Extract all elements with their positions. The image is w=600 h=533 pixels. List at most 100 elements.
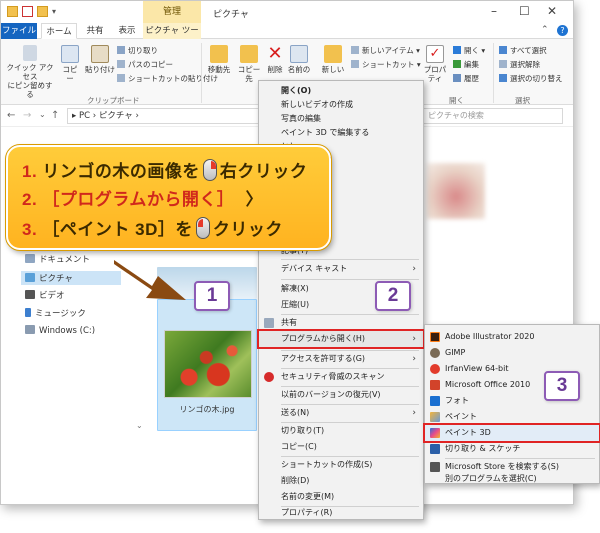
close-button[interactable]: ✕ (547, 4, 557, 18)
nav-item-pictures[interactable]: ピクチャ (21, 271, 121, 285)
submenu-label: Adobe Illustrator 2020 (445, 332, 535, 341)
menu-device-cast[interactable]: デバイス キャスト › (259, 261, 423, 277)
chevron-up-icon[interactable]: ⌃ (541, 25, 549, 35)
maximize-button[interactable]: ☐ (519, 4, 530, 18)
submenu-label: Microsoft Store を検索する(S) (445, 462, 559, 471)
paste-shortcut-button[interactable]: ショートカットの貼り付け (117, 73, 218, 84)
move-to-button[interactable]: 移動先 (205, 45, 233, 74)
nav-item-windows-c[interactable]: Windows (C:) (25, 325, 95, 336)
menu-share[interactable]: 共有 (259, 315, 423, 331)
step-number: 1. (22, 162, 38, 181)
apple-tree-thumbnail[interactable]: リンゴの木.jpg (157, 299, 257, 431)
delete-button[interactable]: ✕ 削除 (265, 45, 285, 75)
back-arrow-icon[interactable]: ← (7, 110, 15, 121)
tab-file[interactable]: ファイル (1, 23, 37, 39)
new-folder-button[interactable]: 新しい (321, 45, 345, 74)
submenu-item-paint[interactable]: ペイント (425, 409, 599, 425)
invert-label: 選択の切り替え (510, 74, 563, 83)
copy-to-button[interactable]: コピー先 (235, 45, 263, 83)
invert-icon (499, 74, 507, 82)
step-text: ［ペイント 3D］を (42, 220, 193, 239)
gimp-icon (430, 348, 440, 358)
submenu-label: ペイント (445, 412, 477, 421)
new-item-button[interactable]: 新しいアイテム ▾ (351, 45, 420, 56)
pin-quick-access-button[interactable]: クイック アクセス にピン留めする (5, 45, 55, 99)
window-title: ピクチャ (213, 10, 249, 20)
submenu-item-gimp[interactable]: GIMP (425, 345, 599, 361)
menu-restore[interactable]: 以前のバージョンの復元(V) (259, 387, 423, 403)
menu-cut[interactable]: 切り取り(T) (259, 423, 423, 439)
tab-picture-tools[interactable]: ピクチャ ツール (143, 23, 201, 52)
chevron-right-icon: › (412, 408, 416, 418)
menu-copy[interactable]: コピー(C) (259, 439, 423, 455)
select-none-button[interactable]: 選択解除 (499, 59, 540, 70)
history-button[interactable]: 履歴 (453, 73, 479, 84)
properties-button[interactable]: ✓ プロパティ (421, 45, 449, 83)
copy-path-button[interactable]: パスのコピー (117, 59, 173, 70)
copy-button[interactable]: コピー (59, 45, 81, 83)
easy-access-label: ショートカット ▾ (362, 60, 421, 69)
chevron-down-icon[interactable]: ⌄ (136, 421, 143, 430)
pin-icon (23, 45, 37, 61)
search-input[interactable]: ピクチャの検索 (413, 108, 563, 124)
forward-arrow-icon[interactable]: → (23, 110, 31, 121)
open-icon (453, 46, 461, 54)
menu-rename[interactable]: 名前の変更(M) (259, 489, 423, 505)
nav-item-music[interactable]: ミュージック (25, 307, 86, 319)
cut-button[interactable]: 切り取り (117, 45, 158, 56)
step-text: ［プログラムから開く］ (42, 190, 235, 209)
title-bar: ▾ 管理 ピクチャ – ☐ ✕ (1, 1, 573, 23)
rename-icon (290, 45, 308, 63)
edit-button[interactable]: 編集 (453, 59, 479, 70)
document-icon (25, 254, 35, 263)
invert-selection-button[interactable]: 選択の切り替え (499, 73, 563, 84)
file-caption[interactable]: リンゴの木.jpg (158, 404, 256, 415)
tab-home[interactable]: ホーム (41, 23, 77, 39)
checkmark-icon[interactable] (22, 6, 33, 17)
menu-create-shortcut[interactable]: ショートカットの作成(S) (259, 457, 423, 473)
submenu-store-search[interactable]: Microsoft Store を検索する(S) (425, 461, 599, 473)
submenu-item-snip-sketch[interactable]: 切り取り & スケッチ (425, 441, 599, 457)
menu-security-scan[interactable]: セキュリティ脅威のスキャン (259, 369, 423, 385)
photos-icon (430, 396, 440, 406)
tab-share[interactable]: 共有 (81, 23, 109, 39)
menu-properties[interactable]: プロパティ(R) (259, 505, 423, 521)
paste-shortcut-label: ショートカットの貼り付け (128, 74, 218, 83)
copy-to-label: コピー先 (237, 65, 261, 83)
chevron-right-icon: › (412, 334, 416, 344)
nav-item-documents[interactable]: ドキュメント (25, 253, 90, 265)
submenu-choose-other[interactable]: 別のプログラムを選択(C) (425, 473, 599, 485)
office-icon (430, 380, 440, 390)
menu-delete[interactable]: 削除(D) (259, 473, 423, 489)
nav-item-videos[interactable]: ビデオ (25, 289, 65, 301)
open-button[interactable]: 開く ▾ (453, 45, 485, 56)
ribbon-separator (201, 43, 202, 103)
cut-label: 切り取り (128, 46, 158, 55)
delete-label: 削除 (267, 65, 283, 74)
submenu-item-paint3d[interactable]: ペイント 3D (423, 423, 600, 443)
up-arrow-icon[interactable]: ↑ (51, 110, 59, 121)
store-icon (430, 462, 440, 472)
menu-separator (281, 279, 419, 280)
rename-button[interactable]: 名前の (287, 45, 311, 74)
help-icon[interactable]: ? (557, 25, 568, 36)
menu-send-to[interactable]: 送る(N) › (259, 405, 423, 421)
minimize-button[interactable]: – (491, 4, 497, 18)
folder-icon[interactable] (7, 6, 18, 17)
step-number: 2. (22, 190, 38, 209)
submenu-label: ペイント 3D (445, 428, 491, 437)
select-all-button[interactable]: すべて選択 (499, 45, 547, 56)
copy-icon (61, 45, 79, 63)
menu-give-access[interactable]: アクセスを許可する(G) › (259, 351, 423, 367)
tab-view[interactable]: 表示 (113, 23, 141, 39)
menu-open-with[interactable]: プログラムから開く(H) › (257, 329, 425, 349)
paste-button[interactable]: 貼り付け (85, 45, 115, 74)
new-folder-icon[interactable] (37, 6, 48, 17)
easy-access-button[interactable]: ショートカット ▾ (351, 59, 421, 70)
submenu-item-illustrator[interactable]: Adobe Illustrator 2020 (425, 329, 599, 345)
open-with-submenu: Adobe Illustrator 2020 GIMP IrfanView 64… (423, 324, 600, 485)
chevron-down-icon[interactable]: ▾ (52, 7, 56, 16)
blurred-thumbnail[interactable] (427, 163, 485, 219)
chevron-right-icon: › (412, 264, 416, 274)
chevron-down-icon[interactable]: ⌄ (39, 110, 46, 119)
